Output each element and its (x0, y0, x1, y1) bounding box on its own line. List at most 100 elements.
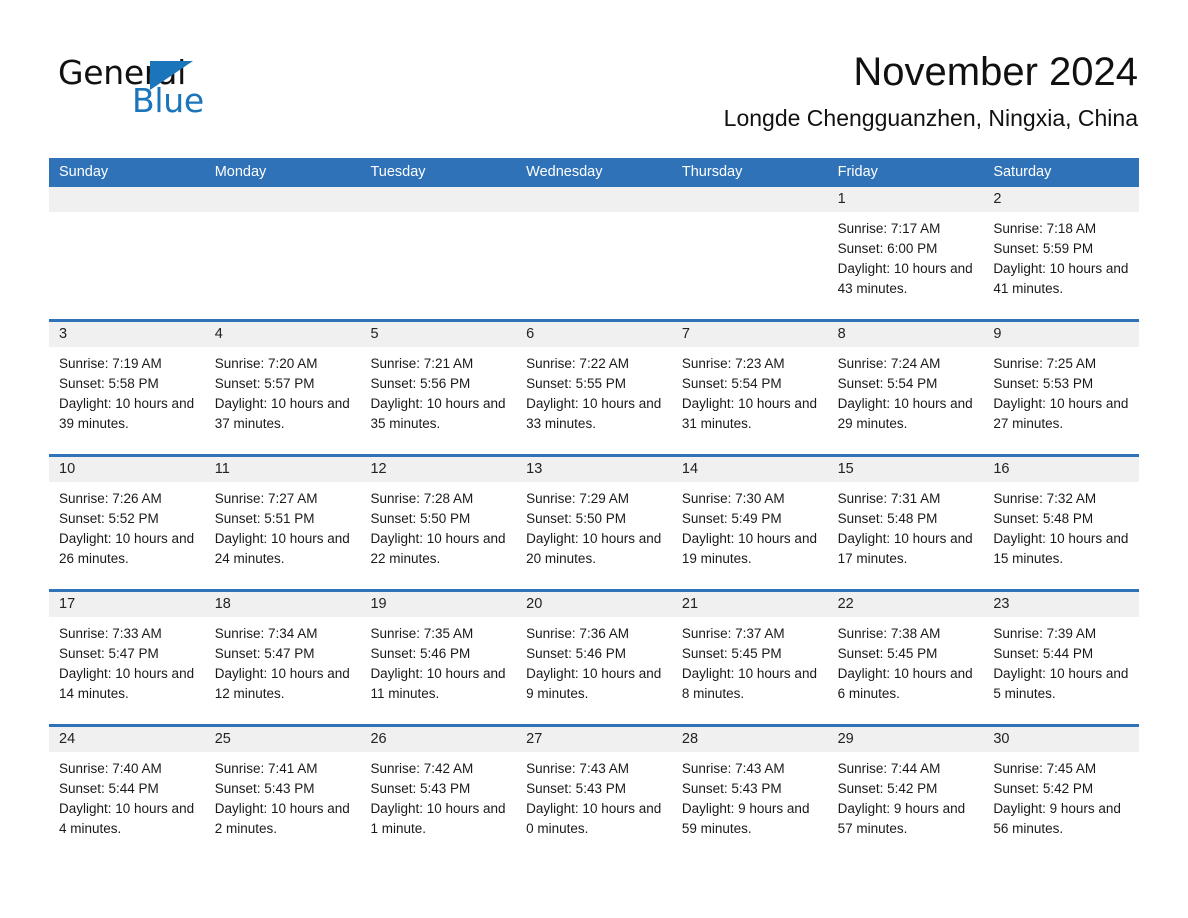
daylight-text: Daylight: 10 hours and 11 minutes. (370, 666, 506, 701)
daylight-text: Daylight: 9 hours and 56 minutes. (993, 801, 1121, 836)
day-number: 23 (983, 592, 1140, 617)
sunrise-text: Sunrise: 7:17 AM (837, 221, 941, 236)
calendar-grid: Sunday Monday Tuesday Wednesday Thursday… (49, 158, 1140, 859)
day-number: 9 (983, 322, 1140, 347)
day-number: 4 (204, 322, 361, 347)
day-number (516, 187, 672, 212)
day-cell[interactable]: 30 Sunrise: 7:45 AM Sunset: 5:42 PM Dayl… (983, 727, 1140, 859)
day-cell[interactable]: 8 Sunrise: 7:24 AM Sunset: 5:54 PM Dayli… (827, 322, 984, 454)
day-number: 28 (671, 727, 828, 752)
day-cell[interactable]: 23 Sunrise: 7:39 AM Sunset: 5:44 PM Dayl… (983, 592, 1140, 724)
day-cell[interactable]: 10 Sunrise: 7:26 AM Sunset: 5:52 PM Dayl… (49, 457, 205, 589)
daylight-text: Daylight: 10 hours and 43 minutes. (837, 261, 973, 296)
day-number: 16 (983, 457, 1140, 482)
daylight-text: Daylight: 10 hours and 17 minutes. (837, 531, 973, 566)
sunrise-text: Sunrise: 7:37 AM (681, 626, 785, 641)
day-info: Sunrise: 7:17 AM Sunset: 6:00 PM Dayligh… (828, 212, 984, 299)
day-cell[interactable]: 4 Sunrise: 7:20 AM Sunset: 5:57 PM Dayli… (204, 322, 361, 454)
sunrise-text: Sunrise: 7:18 AM (993, 221, 1097, 236)
weekday-header-friday: Friday (837, 164, 878, 180)
sunrise-text: Sunrise: 7:42 AM (370, 761, 474, 776)
day-number (360, 187, 517, 212)
sunrise-text: Sunrise: 7:23 AM (681, 356, 785, 371)
sunrise-text: Sunrise: 7:43 AM (526, 761, 629, 776)
daylight-text: Daylight: 10 hours and 22 minutes. (370, 531, 506, 566)
sunset-text: Sunset: 5:49 PM (681, 511, 782, 526)
day-info: Sunrise: 7:28 AM Sunset: 5:50 PM Dayligh… (360, 482, 516, 569)
day-cell[interactable]: 6 Sunrise: 7:22 AM Sunset: 5:55 PM Dayli… (516, 322, 672, 454)
sunset-text: Sunset: 5:53 PM (993, 376, 1094, 391)
day-number (204, 187, 361, 212)
day-number: 19 (360, 592, 517, 617)
day-info: Sunrise: 7:30 AM Sunset: 5:49 PM Dayligh… (672, 482, 828, 569)
day-cell[interactable]: 26 Sunrise: 7:42 AM Sunset: 5:43 PM Dayl… (360, 727, 517, 859)
day-cell[interactable]: 25 Sunrise: 7:41 AM Sunset: 5:43 PM Dayl… (204, 727, 361, 859)
day-cell[interactable]: 13 Sunrise: 7:29 AM Sunset: 5:50 PM Dayl… (516, 457, 672, 589)
day-number: 14 (671, 457, 828, 482)
day-cell[interactable]: 5 Sunrise: 7:21 AM Sunset: 5:56 PM Dayli… (360, 322, 517, 454)
title-block: November 2024 Longde Chengguanzhen, Ning… (724, 48, 1138, 132)
day-cell[interactable]: 27 Sunrise: 7:43 AM Sunset: 5:43 PM Dayl… (516, 727, 672, 859)
day-cell[interactable]: 1 Sunrise: 7:17 AM Sunset: 6:00 PM Dayli… (827, 187, 984, 319)
daylight-text: Daylight: 10 hours and 12 minutes. (214, 666, 350, 701)
sunset-text: Sunset: 5:45 PM (681, 646, 782, 661)
day-cell[interactable]: 19 Sunrise: 7:35 AM Sunset: 5:46 PM Dayl… (360, 592, 517, 724)
weekday-header-tuesday: Tuesday (370, 164, 426, 180)
day-cell[interactable]: 7 Sunrise: 7:23 AM Sunset: 5:54 PM Dayli… (671, 322, 828, 454)
daylight-text: Daylight: 10 hours and 14 minutes. (59, 666, 195, 701)
day-cell[interactable]: 28 Sunrise: 7:43 AM Sunset: 5:43 PM Dayl… (671, 727, 828, 859)
daylight-text: Daylight: 10 hours and 41 minutes. (993, 261, 1129, 296)
day-cell[interactable]: 18 Sunrise: 7:34 AM Sunset: 5:47 PM Dayl… (204, 592, 361, 724)
day-cell[interactable]: 3 Sunrise: 7:19 AM Sunset: 5:58 PM Dayli… (49, 322, 205, 454)
sunrise-text: Sunrise: 7:38 AM (837, 626, 941, 641)
day-cell[interactable]: 15 Sunrise: 7:31 AM Sunset: 5:48 PM Dayl… (827, 457, 984, 589)
daylight-text: Daylight: 9 hours and 57 minutes. (837, 801, 966, 836)
sunset-text: Sunset: 5:51 PM (214, 511, 315, 526)
day-cell[interactable]: 12 Sunrise: 7:28 AM Sunset: 5:50 PM Dayl… (360, 457, 517, 589)
day-cell[interactable]: 21 Sunrise: 7:37 AM Sunset: 5:45 PM Dayl… (671, 592, 828, 724)
day-info: Sunrise: 7:24 AM Sunset: 5:54 PM Dayligh… (828, 347, 984, 434)
day-number: 20 (516, 592, 672, 617)
sunset-text: Sunset: 5:50 PM (370, 511, 471, 526)
sunrise-text: Sunrise: 7:28 AM (370, 491, 474, 506)
day-info: Sunrise: 7:35 AM Sunset: 5:46 PM Dayligh… (360, 617, 516, 704)
daylight-text: Daylight: 10 hours and 5 minutes. (993, 666, 1129, 701)
sunset-text: Sunset: 5:44 PM (59, 781, 159, 796)
sunset-text: Sunset: 5:42 PM (993, 781, 1094, 796)
day-number: 8 (827, 322, 984, 347)
sunset-text: Sunset: 5:47 PM (214, 646, 315, 661)
sunrise-text: Sunrise: 7:32 AM (993, 491, 1097, 506)
daylight-text: Daylight: 10 hours and 29 minutes. (837, 396, 973, 431)
daylight-text: Daylight: 10 hours and 0 minutes. (526, 801, 662, 836)
day-cell (49, 187, 205, 319)
day-number: 18 (204, 592, 361, 617)
day-number: 25 (204, 727, 361, 752)
day-cell[interactable]: 16 Sunrise: 7:32 AM Sunset: 5:48 PM Dayl… (983, 457, 1140, 589)
day-cell[interactable]: 11 Sunrise: 7:27 AM Sunset: 5:51 PM Dayl… (204, 457, 361, 589)
sunset-text: Sunset: 5:52 PM (59, 511, 159, 526)
day-info: Sunrise: 7:19 AM Sunset: 5:58 PM Dayligh… (49, 347, 205, 434)
day-info: Sunrise: 7:31 AM Sunset: 5:48 PM Dayligh… (828, 482, 984, 569)
day-cell[interactable]: 20 Sunrise: 7:36 AM Sunset: 5:46 PM Dayl… (516, 592, 672, 724)
sunset-text: Sunset: 5:43 PM (526, 781, 626, 796)
day-info: Sunrise: 7:43 AM Sunset: 5:43 PM Dayligh… (516, 752, 672, 839)
day-cell[interactable]: 9 Sunrise: 7:25 AM Sunset: 5:53 PM Dayli… (983, 322, 1140, 454)
sunrise-text: Sunrise: 7:33 AM (59, 626, 162, 641)
daylight-text: Daylight: 10 hours and 9 minutes. (526, 666, 662, 701)
daylight-text: Daylight: 10 hours and 27 minutes. (993, 396, 1129, 431)
day-cell[interactable]: 2 Sunrise: 7:18 AM Sunset: 5:59 PM Dayli… (983, 187, 1140, 319)
sunrise-text: Sunrise: 7:19 AM (59, 356, 162, 371)
daylight-text: Daylight: 10 hours and 4 minutes. (59, 801, 195, 836)
page-header: General Blue November 2024 Longde Chengg… (0, 0, 1188, 158)
daylight-text: Daylight: 10 hours and 31 minutes. (681, 396, 817, 431)
day-cell[interactable]: 29 Sunrise: 7:44 AM Sunset: 5:42 PM Dayl… (827, 727, 984, 859)
day-cell[interactable]: 22 Sunrise: 7:38 AM Sunset: 5:45 PM Dayl… (827, 592, 984, 724)
sunset-text: Sunset: 5:54 PM (837, 376, 938, 391)
day-cell[interactable]: 14 Sunrise: 7:30 AM Sunset: 5:49 PM Dayl… (671, 457, 828, 589)
day-info: Sunrise: 7:26 AM Sunset: 5:52 PM Dayligh… (49, 482, 205, 569)
general-blue-logo: General Blue (58, 55, 318, 125)
weekday-header-thursday: Thursday (681, 164, 743, 180)
day-cell[interactable]: 24 Sunrise: 7:40 AM Sunset: 5:44 PM Dayl… (49, 727, 205, 859)
day-cell[interactable]: 17 Sunrise: 7:33 AM Sunset: 5:47 PM Dayl… (49, 592, 205, 724)
sunrise-text: Sunrise: 7:31 AM (837, 491, 941, 506)
